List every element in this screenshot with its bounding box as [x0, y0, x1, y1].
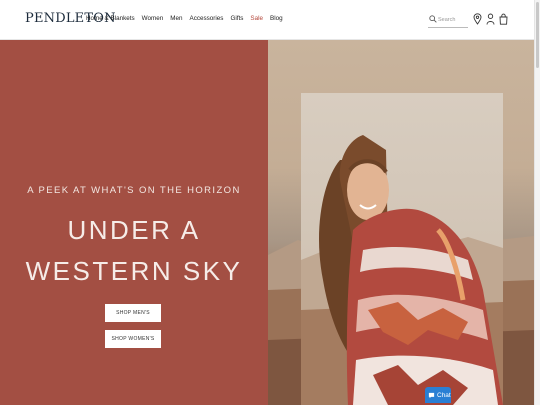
- account-icon[interactable]: [486, 13, 496, 25]
- nav-item-men[interactable]: Men: [170, 15, 182, 22]
- page-scrollbar[interactable]: [534, 0, 540, 405]
- hero-image: [268, 40, 534, 405]
- hero-text-panel: A PEEK AT WHAT'S ON THE HORIZON UNDER A …: [0, 40, 268, 405]
- nav-item-blog[interactable]: Blog: [270, 15, 283, 22]
- nav-item-sale[interactable]: Sale: [250, 15, 263, 22]
- nav-item-accessories[interactable]: Accessories: [190, 15, 224, 22]
- site-header: PENDLETON Home & Blankets Women Men Acce…: [0, 0, 540, 40]
- scrollbar-thumb[interactable]: [536, 2, 539, 68]
- bag-icon[interactable]: [499, 13, 509, 25]
- shop-mens-button[interactable]: SHOP MEN'S: [105, 304, 161, 322]
- hero-eyebrow: A PEEK AT WHAT'S ON THE HORIZON: [27, 185, 241, 196]
- chat-button[interactable]: Chat: [425, 387, 451, 403]
- chat-bubble-icon: [428, 392, 435, 398]
- search-box[interactable]: [428, 12, 468, 28]
- nav-item-gifts[interactable]: Gifts: [230, 15, 243, 22]
- search-input[interactable]: [438, 15, 468, 25]
- chat-label: Chat: [437, 391, 451, 399]
- main-nav: Home & Blankets Women Men Accessories Gi…: [86, 15, 283, 22]
- search-icon: [429, 15, 437, 23]
- shop-womens-button[interactable]: SHOP WOMEN'S: [105, 330, 161, 348]
- hero-headline-line1: UNDER A: [67, 215, 201, 245]
- location-icon[interactable]: [473, 13, 483, 25]
- nav-item-women[interactable]: Women: [142, 15, 164, 22]
- nav-item-home-blankets[interactable]: Home & Blankets: [86, 15, 135, 22]
- hero-headline-line2: WESTERN SKY: [25, 256, 243, 286]
